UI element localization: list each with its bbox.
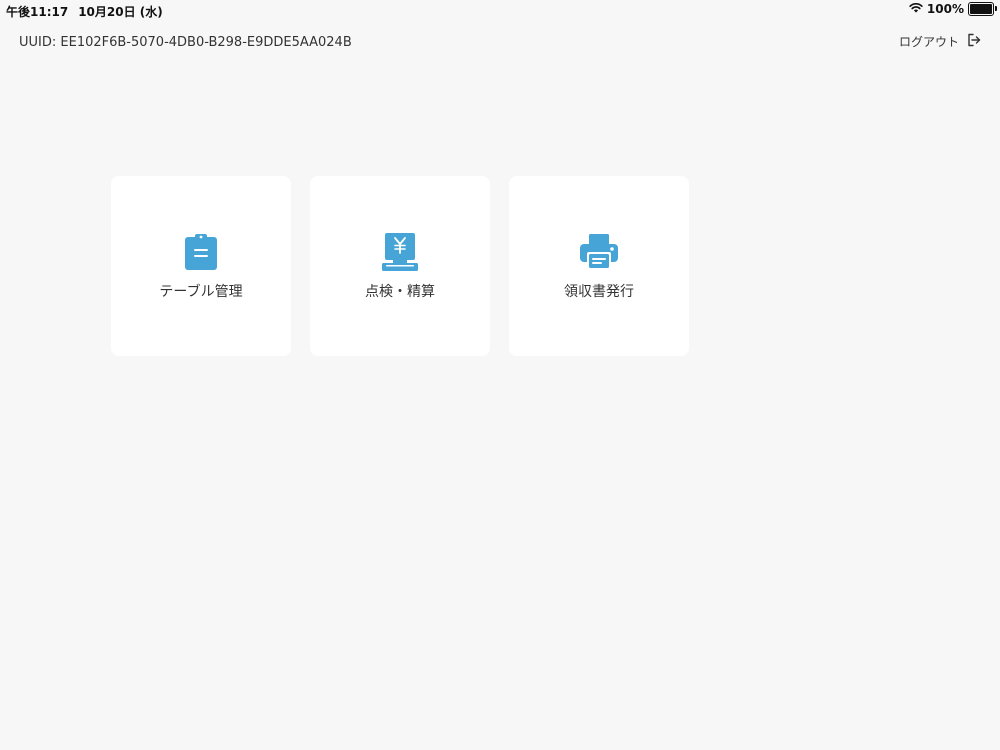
tile-label: 領収書発行	[564, 284, 634, 300]
clipboard-icon	[181, 232, 221, 272]
battery-icon	[968, 2, 997, 16]
logout-label: ログアウト	[898, 35, 959, 49]
status-bar: 午後11:17 10月20日 (水) 100%	[0, 0, 1000, 20]
logout-button[interactable]: ログアウト	[899, 33, 981, 50]
receipt-issuance-tile[interactable]: 領収書発行	[509, 176, 689, 356]
status-right: 100%	[909, 2, 997, 16]
uuid-label: UUID: EE102F6B-5070-4DB0-B298-E9DDE5AA02…	[19, 35, 352, 50]
tile-label: テーブル管理	[159, 284, 243, 300]
status-left: 午後11:17 10月20日 (水)	[6, 3, 163, 20]
logout-icon	[967, 33, 981, 50]
printer-icon	[579, 232, 619, 272]
status-date: 10月20日 (水)	[78, 5, 163, 19]
inspection-settlement-tile[interactable]: 点検・精算	[310, 176, 490, 356]
status-time: 午後11:17	[6, 5, 69, 19]
menu-tiles: テーブル管理 点検・精算 領収書発行	[111, 176, 689, 356]
table-management-tile[interactable]: テーブル管理	[111, 176, 291, 356]
tile-label: 点検・精算	[365, 284, 435, 300]
wifi-icon	[909, 2, 923, 16]
battery-fill	[970, 4, 992, 14]
header: UUID: EE102F6B-5070-4DB0-B298-E9DDE5AA02…	[19, 33, 981, 53]
register-yen-icon	[380, 232, 420, 272]
battery-percent: 100%	[926, 2, 964, 16]
